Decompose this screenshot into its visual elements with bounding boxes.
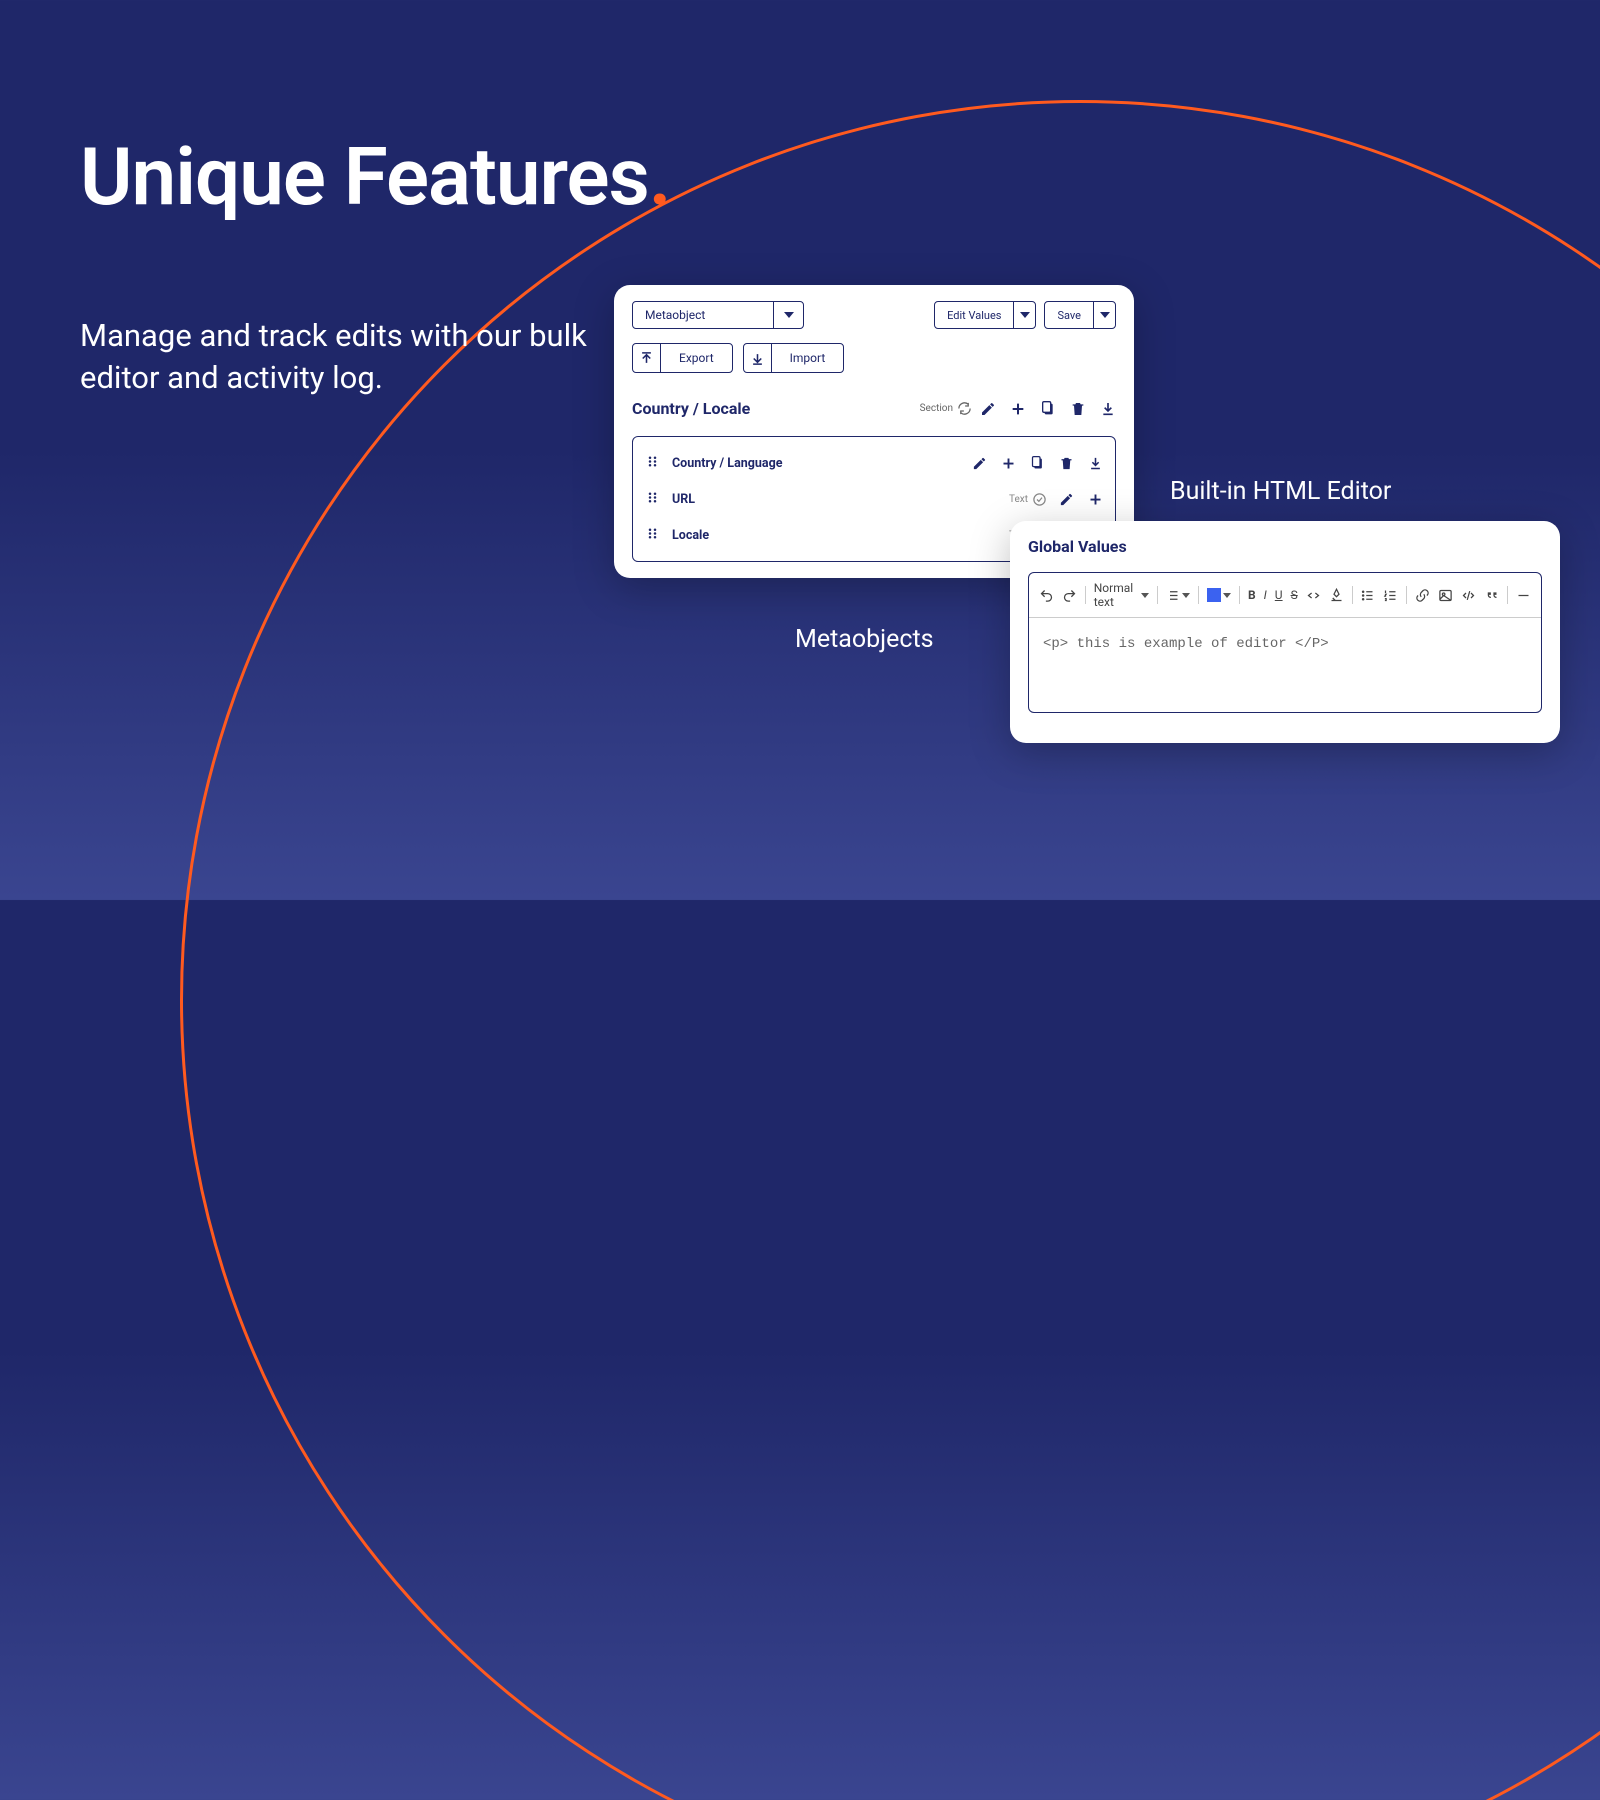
clear-format-icon[interactable]	[1329, 588, 1344, 603]
caption-html-editor: Built-in HTML Editor	[1170, 477, 1391, 506]
download-icon[interactable]	[1088, 456, 1103, 471]
drag-handle-icon[interactable]	[645, 490, 660, 509]
trash-icon[interactable]	[1059, 456, 1074, 471]
chevron-down-icon[interactable]	[1013, 302, 1035, 328]
section-badge: Section	[920, 401, 972, 416]
image-icon[interactable]	[1438, 588, 1453, 603]
panel-title: Global Values	[1028, 537, 1542, 556]
download-icon[interactable]	[1100, 401, 1116, 417]
hr-icon[interactable]	[1516, 588, 1531, 603]
quote-icon[interactable]	[1484, 588, 1499, 603]
redo-icon[interactable]	[1062, 588, 1077, 603]
section-title: Country / Locale	[632, 399, 750, 418]
bold-button[interactable]: B	[1248, 588, 1256, 602]
edit-icon[interactable]	[980, 401, 996, 417]
edit-icon[interactable]	[972, 456, 987, 471]
editor-textarea[interactable]: <p> this is example of editor </P>	[1029, 618, 1541, 712]
list-item[interactable]: URL Text	[645, 481, 1103, 517]
strike-button[interactable]: S	[1291, 588, 1298, 602]
metaobject-select[interactable]: Metaobject	[632, 301, 804, 329]
chevron-down-icon[interactable]	[773, 302, 803, 328]
bullet-list-icon[interactable]	[1360, 588, 1375, 603]
page-title-text: Unique Features	[80, 130, 649, 224]
html-editor-panel: Global Values Normal text B I	[1010, 521, 1560, 743]
text-style-select[interactable]: Normal text	[1094, 581, 1149, 609]
code-block-icon[interactable]	[1461, 588, 1476, 603]
list-style-icon[interactable]	[1165, 588, 1190, 603]
export-button[interactable]: Export	[632, 343, 733, 373]
list-item[interactable]: Country / Language	[645, 445, 1103, 481]
chevron-down-icon[interactable]	[1093, 302, 1115, 328]
clipboard-icon[interactable]	[1040, 401, 1056, 417]
item-label: URL	[672, 492, 695, 507]
color-picker[interactable]	[1207, 588, 1231, 602]
edit-icon[interactable]	[1059, 492, 1074, 507]
download-icon	[744, 344, 772, 372]
drag-handle-icon[interactable]	[645, 526, 660, 545]
editor-container: Normal text B I U S	[1028, 572, 1542, 713]
clipboard-icon[interactable]	[1030, 456, 1045, 471]
item-label: Locale	[672, 528, 709, 543]
underline-button[interactable]: U	[1275, 588, 1283, 602]
add-icon[interactable]	[1001, 456, 1016, 471]
item-label: Country / Language	[672, 456, 783, 471]
page-subtitle: Manage and track edits with our bulk edi…	[80, 315, 600, 399]
save-select[interactable]: Save	[1044, 301, 1116, 329]
add-icon[interactable]	[1010, 401, 1026, 417]
numbered-list-icon[interactable]	[1383, 588, 1398, 603]
caption-metaobjects: Metaobjects	[795, 625, 934, 654]
edit-values-select[interactable]: Edit Values	[934, 301, 1036, 329]
italic-button[interactable]: I	[1264, 588, 1267, 602]
editor-toolbar: Normal text B I U S	[1029, 573, 1541, 618]
import-button[interactable]: Import	[743, 343, 845, 373]
item-type-badge: Text	[1009, 492, 1047, 507]
link-icon[interactable]	[1415, 588, 1430, 603]
add-icon[interactable]	[1088, 492, 1103, 507]
drag-handle-icon[interactable]	[645, 454, 660, 473]
trash-icon[interactable]	[1070, 401, 1086, 417]
undo-icon[interactable]	[1039, 588, 1054, 603]
code-inline-icon[interactable]	[1306, 588, 1321, 603]
accent-dot: .	[649, 130, 671, 224]
page-title: Unique Features.	[80, 130, 670, 224]
upload-icon	[633, 344, 661, 372]
